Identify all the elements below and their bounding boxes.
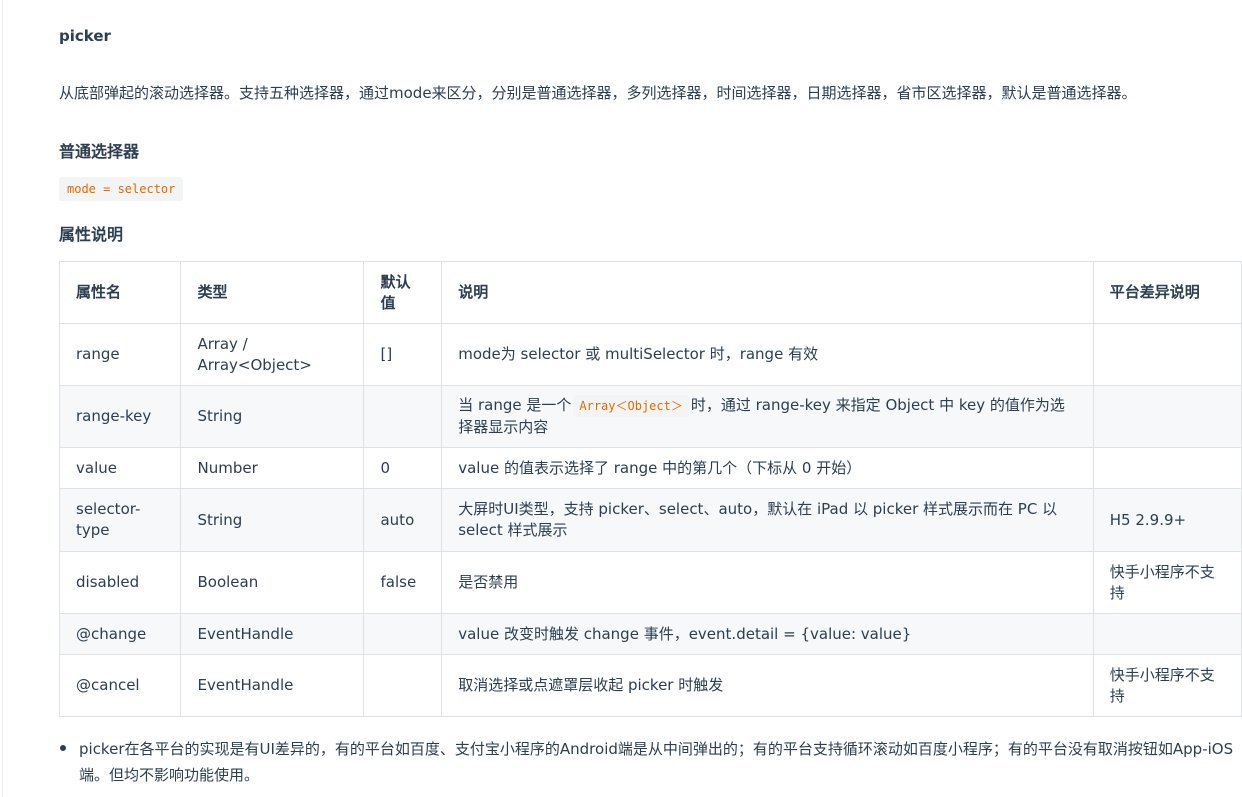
cell-platform: 快手小程序不支持 [1092, 551, 1242, 614]
cell-name: selector-type [58, 488, 182, 552]
cell-desc: 大屏时UI类型，支持 picker、select、auto，默认在 iPad 以… [441, 488, 1094, 552]
cell-name: range [58, 323, 182, 386]
cell-name: @change [58, 613, 182, 655]
cell-platform: 快手小程序不支持 [1092, 654, 1242, 717]
cell-default: 0 [363, 447, 443, 489]
note-text: picker在各平台的实现是有UI差异的，有的平台如百度、支付宝小程序的Andr… [79, 740, 1234, 784]
cell-platform [1092, 385, 1242, 448]
cell-desc: value 改变时触发 change 事件，event.detail = {va… [441, 613, 1094, 655]
table-row: range Array / Array<Object> [] mode为 sel… [58, 323, 1242, 386]
sidebar-divider [2, 0, 3, 797]
cell-name: disabled [58, 551, 182, 614]
header-attr-name: 属性名 [58, 261, 182, 324]
table-row: @cancel EventHandle 取消选择或点遮罩层收起 picker 时… [58, 654, 1242, 717]
header-description: 说明 [441, 261, 1094, 324]
cell-desc: value 的值表示选择了 range 中的第几个（下标从 0 开始） [441, 447, 1094, 489]
cell-type: Number [180, 447, 365, 489]
cell-default: [] [363, 323, 443, 386]
cell-desc: 取消选择或点遮罩层收起 picker 时触发 [441, 654, 1094, 717]
cell-platform [1092, 613, 1242, 655]
table-row: disabled Boolean false 是否禁用 快手小程序不支持 [58, 551, 1242, 614]
cell-desc: 当 range 是一个 Array＜Object＞ 时，通过 range-key 来… [441, 385, 1094, 448]
intro-paragraph: 从底部弹起的滚动选择器。支持五种选择器，通过mode来区分，分别是普通选择器，多… [59, 84, 1137, 102]
section-heading-properties: 属性说明 [59, 225, 124, 244]
table-row: range-key String 当 range 是一个 Array＜Object… [58, 385, 1242, 448]
cell-type: Array / Array<Object> [180, 323, 365, 386]
cell-desc: 是否禁用 [441, 551, 1094, 614]
notes-list: picker在各平台的实现是有UI差异的，有的平台如百度、支付宝小程序的Andr… [59, 736, 1242, 788]
cell-default [363, 613, 443, 655]
table-row: @change EventHandle value 改变时触发 change 事… [58, 613, 1242, 655]
header-default: 默认值 [363, 261, 443, 324]
bullet-icon [60, 745, 66, 751]
doc-page: picker 从底部弹起的滚动选择器。支持五种选择器，通过mode来区分，分别是… [0, 0, 1242, 797]
table-row: value Number 0 value 的值表示选择了 range 中的第几个… [58, 447, 1242, 489]
cell-type: EventHandle [180, 654, 365, 717]
cell-name: @cancel [58, 654, 182, 717]
cell-desc: mode为 selector 或 multiSelector 时，range 有… [441, 323, 1094, 386]
cell-type: Boolean [180, 551, 365, 614]
header-platform-notes: 平台差异说明 [1092, 261, 1242, 324]
cell-platform [1092, 447, 1242, 489]
cell-type: String [180, 488, 365, 552]
header-type: 类型 [180, 261, 365, 324]
table-header-row: 属性名 类型 默认值 说明 平台差异说明 [58, 261, 1242, 324]
cell-name: range-key [58, 385, 182, 448]
section-heading-normal-selector: 普通选择器 [59, 142, 140, 161]
list-item: picker在各平台的实现是有UI差异的，有的平台如百度、支付宝小程序的Andr… [59, 736, 1242, 788]
cell-type: String [180, 385, 365, 448]
cell-default [363, 654, 443, 717]
cell-name: value [58, 447, 182, 489]
cell-default: auto [363, 488, 443, 552]
cell-default [363, 385, 443, 448]
table-row: selector-type String auto 大屏时UI类型，支持 pic… [58, 488, 1242, 552]
cell-platform [1092, 323, 1242, 386]
cell-platform: H5 2.9.9+ [1092, 488, 1242, 552]
properties-table: 属性名 类型 默认值 说明 平台差异说明 range Array / Array… [58, 261, 1242, 717]
mode-code-chip: mode = selector [59, 177, 184, 201]
page-title: picker [59, 27, 111, 45]
desc-text: 当 range 是一个 [458, 396, 572, 414]
inline-code-array-object: Array＜Object＞ [573, 395, 689, 417]
cell-default: false [363, 551, 443, 614]
cell-type: EventHandle [180, 613, 365, 655]
